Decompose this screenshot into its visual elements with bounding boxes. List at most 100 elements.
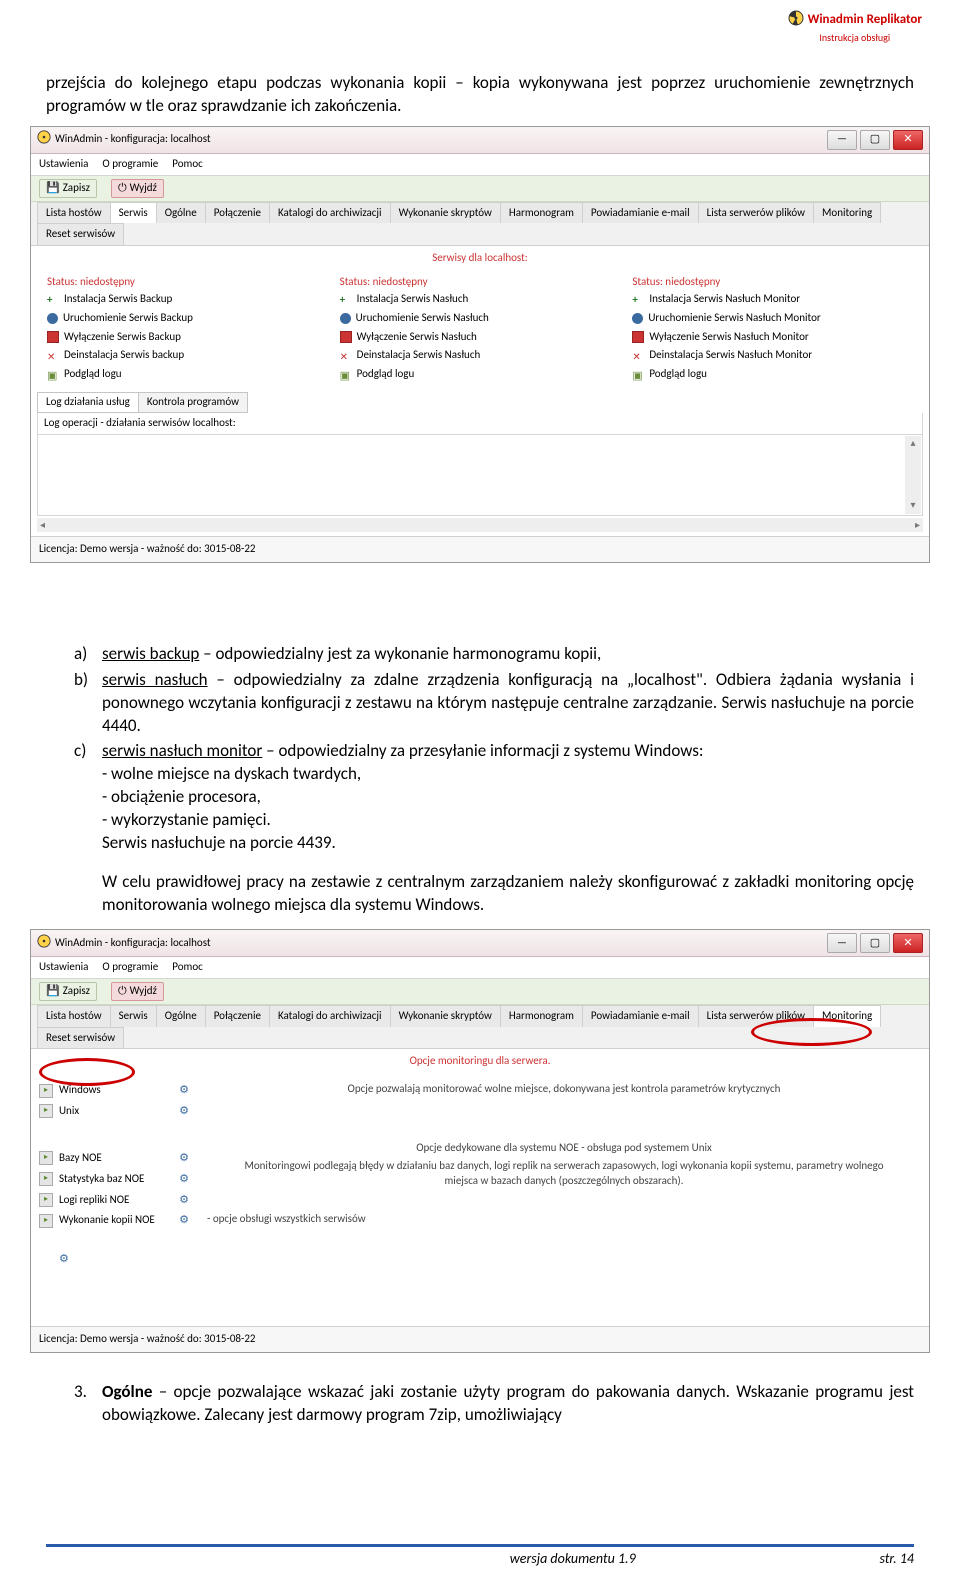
maximize-button[interactable]: ▢ [860, 130, 890, 150]
x-icon [47, 350, 59, 362]
minimize-button[interactable]: — [827, 130, 857, 150]
open-icon: ▸ [39, 1151, 53, 1165]
app-icon [37, 130, 51, 149]
app-icon [37, 934, 51, 953]
tab[interactable]: Reset serwisów [37, 223, 124, 245]
gear-icon [340, 313, 351, 324]
annotation-circle [39, 1058, 135, 1086]
tab[interactable]: Harmonogram [500, 202, 583, 224]
off-action[interactable]: Wyłączenie Serwis Backup [47, 328, 328, 347]
log-body: ▴▾ [37, 435, 923, 516]
menu-item[interactable]: Pomoc [172, 157, 203, 172]
log-action[interactable]: Podgląd logu [340, 365, 621, 384]
option-noe[interactable]: ▸Logi repliki NOE⚙ [39, 1190, 189, 1211]
option-all[interactable]: ⚙ [39, 1249, 189, 1270]
tab[interactable]: Ogólne [156, 1005, 206, 1027]
close-button[interactable]: ✕ [893, 933, 923, 953]
tab[interactable]: Połączenie [205, 1005, 270, 1027]
service-col-listen: Status: niedostępny Instalacja Serwis Na… [340, 275, 621, 384]
gear-icon[interactable]: ⚙ [59, 1252, 69, 1267]
install-action[interactable]: Instalacja Serwis Nasłuch Monitor [632, 290, 913, 309]
maximize-button[interactable]: ▢ [860, 933, 890, 953]
run-action[interactable]: Uruchomienie Serwis Nasłuch Monitor [632, 309, 913, 328]
list-marker: 3. [74, 1381, 102, 1427]
log-icon [47, 369, 59, 381]
gear-icon[interactable]: ⚙ [179, 1213, 189, 1228]
tab[interactable]: Lista hostów [37, 202, 111, 224]
tab[interactable]: Powiadamianie e-mail [582, 202, 699, 224]
service-col-backup: Status: niedostępny Instalacja Serwis Ba… [47, 275, 328, 384]
tab[interactable]: Wykonanie skryptów [390, 202, 501, 224]
text: Serwis nasłuchuje na porcie 4439. [102, 832, 914, 855]
exit-button[interactable]: ⏻Wyjdź [111, 982, 164, 1001]
gear-icon[interactable]: ⚙ [179, 1172, 189, 1187]
desc-text: - opcje obsługi wszystkich serwisów [207, 1212, 921, 1227]
license-bar: Licencja: Demo wersja - ważność do: 3015… [31, 1326, 929, 1352]
stop-icon [340, 331, 352, 343]
dash-item: - obciążenie procesora, [102, 786, 914, 809]
log-action[interactable]: Podgląd logu [47, 365, 328, 384]
tab[interactable]: Serwis [110, 1005, 157, 1027]
gear-icon[interactable]: ⚙ [179, 1083, 189, 1098]
option-noe[interactable]: ▸Statystyka baz NOE⚙ [39, 1169, 189, 1190]
menu-item[interactable]: Pomoc [172, 960, 203, 975]
tabs-row: Lista hostówSerwisOgólnePołączenieKatalo… [31, 202, 929, 247]
tab[interactable]: Połączenie [205, 202, 270, 224]
status-text: Status: niedostępny [340, 275, 621, 290]
tab[interactable]: Katalogi do archiwizacji [269, 202, 391, 224]
save-button[interactable]: 💾Zapisz [39, 179, 97, 198]
gear-icon[interactable]: ⚙ [179, 1193, 189, 1208]
sub-tab[interactable]: Log działania usług [37, 392, 139, 413]
scrollbar-vertical[interactable]: ▴▾ [905, 436, 921, 514]
gear-icon[interactable]: ⚙ [179, 1151, 189, 1166]
log-action[interactable]: Podgląd logu [632, 365, 913, 384]
off-action[interactable]: Wyłączenie Serwis Nasłuch Monitor [632, 328, 913, 347]
uninstall-action[interactable]: Deinstalacja Serwis backup [47, 346, 328, 365]
tab[interactable]: Katalogi do archiwizacji [269, 1005, 391, 1027]
tab[interactable]: Reset serwisów [37, 1027, 124, 1049]
menu-item[interactable]: O programie [102, 960, 158, 975]
tab[interactable]: Serwis [110, 202, 157, 224]
sub-tab[interactable]: Kontrola programów [138, 392, 248, 413]
uninstall-action[interactable]: Deinstalacja Serwis Nasłuch [340, 346, 621, 365]
tab[interactable]: Ogólne [156, 202, 206, 224]
close-button[interactable]: ✕ [893, 130, 923, 150]
open-icon: ▸ [39, 1084, 53, 1098]
tab[interactable]: Wykonanie skryptów [390, 1005, 501, 1027]
tab[interactable]: Harmonogram [500, 1005, 583, 1027]
option-noe[interactable]: ▸Bazy NOE⚙ [39, 1148, 189, 1169]
desc-text: Monitoringowi podlegają błędy w działani… [207, 1156, 921, 1192]
menu-item[interactable]: Ustawienia [39, 157, 88, 172]
install-action[interactable]: Instalacja Serwis Nasłuch [340, 290, 621, 309]
screenshot-1: WinAdmin - konfiguracja: localhost — ▢ ✕… [30, 126, 930, 563]
run-action[interactable]: Uruchomienie Serwis Backup [47, 309, 328, 328]
run-action[interactable]: Uruchomienie Serwis Nasłuch [340, 309, 621, 328]
plus-icon [340, 293, 352, 305]
tab[interactable]: Powiadamianie e-mail [582, 1005, 699, 1027]
toolbar: 💾Zapisz ⏻Wyjdź [31, 176, 929, 202]
gear-icon[interactable]: ⚙ [179, 1104, 189, 1119]
log-icon [340, 369, 352, 381]
menu-bar: Ustawienia O programie Pomoc [31, 957, 929, 979]
exit-button[interactable]: ⏻Wyjdź [111, 179, 164, 198]
uninstall-action[interactable]: Deinstalacja Serwis Nasłuch Monitor [632, 346, 913, 365]
window-title: WinAdmin - konfiguracja: localhost [55, 936, 827, 951]
save-button[interactable]: 💾Zapisz [39, 982, 97, 1001]
menu-item[interactable]: O programie [102, 157, 158, 172]
install-action[interactable]: Instalacja Serwis Backup [47, 290, 328, 309]
disk-icon: 💾 [46, 181, 60, 196]
tab[interactable]: Lista hostów [37, 1005, 111, 1027]
scrollbar-horizontal[interactable]: ◂▸ [37, 518, 923, 532]
option-noe[interactable]: ▸Wykonanie kopii NOE⚙ [39, 1210, 189, 1231]
option-unix[interactable]: ▸Unix⚙ [39, 1101, 189, 1122]
page-number: str. 14 [879, 1550, 914, 1569]
minimize-button[interactable]: — [827, 933, 857, 953]
tab[interactable]: Monitoring [813, 202, 881, 224]
log-header: Log operacji - działania serwisów localh… [37, 413, 923, 435]
window-titlebar: WinAdmin - konfiguracja: localhost — ▢ ✕ [31, 127, 929, 154]
menu-item[interactable]: Ustawienia [39, 960, 88, 975]
window-titlebar: WinAdmin - konfiguracja: localhost — ▢ ✕ [31, 930, 929, 957]
screenshot-2: WinAdmin - konfiguracja: localhost — ▢ ✕… [30, 929, 930, 1353]
off-action[interactable]: Wyłączenie Serwis Nasłuch [340, 328, 621, 347]
tab[interactable]: Lista serwerów plików [698, 202, 814, 224]
